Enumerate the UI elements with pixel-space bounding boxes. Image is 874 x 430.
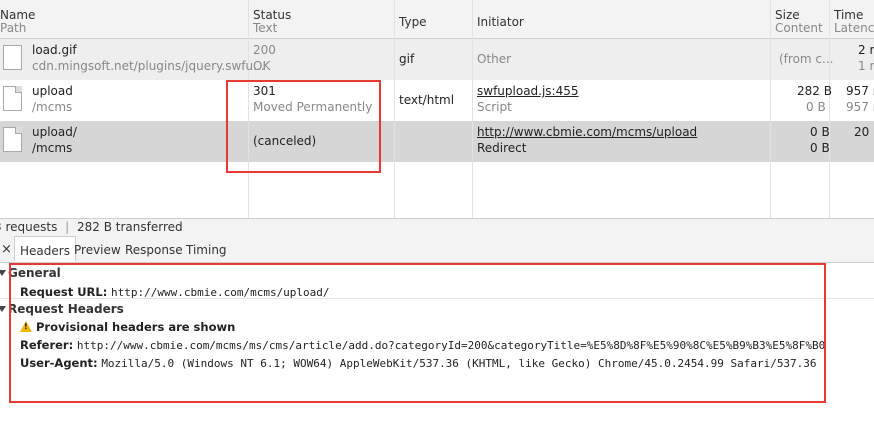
size-value: 282 B: [797, 84, 832, 98]
time-value: 20 m: [854, 125, 874, 139]
size-value: 0 B: [810, 125, 830, 139]
column-header-type[interactable]: Type: [399, 16, 427, 29]
document-icon: [3, 127, 22, 152]
request-path: cdn.mingsoft.net/plugins/jquery.swfu...: [32, 59, 265, 73]
tab-headers[interactable]: Headers: [14, 236, 76, 262]
status-code: 200: [253, 43, 276, 57]
tab-timing[interactable]: Timing: [186, 236, 227, 262]
column-header-initiator[interactable]: Initiator: [477, 16, 524, 29]
status-text: OK: [253, 59, 271, 73]
request-name[interactable]: upload/: [32, 124, 77, 140]
initiator-sub: Script: [477, 100, 512, 114]
column-header-size[interactable]: Size Content: [775, 9, 823, 35]
table-row-selected[interactable]: [0, 121, 874, 162]
content-value: 0 B: [810, 141, 830, 155]
request-name[interactable]: upload: [32, 83, 73, 99]
request-type: text/html: [399, 93, 455, 107]
highlight-box-headers: [9, 263, 826, 403]
time-value: 2 m: [858, 43, 874, 57]
summary-divider: |: [65, 220, 70, 234]
tab-preview[interactable]: Preview: [74, 236, 121, 262]
initiator-link[interactable]: http://www.cbmie.com/mcms/upload: [477, 124, 697, 140]
latency-value: 1 m: [858, 59, 874, 73]
column-header-name[interactable]: Name Path: [0, 9, 35, 35]
document-icon: [3, 86, 22, 111]
details-tab-bar: × Headers Preview Response Timing: [0, 236, 874, 263]
column-header-time[interactable]: Time Latency: [834, 9, 874, 35]
expand-triangle-icon: [0, 270, 6, 276]
initiator-sub: Redirect: [477, 141, 527, 155]
size-value: (from c...: [779, 52, 834, 66]
network-table: Name Path Status Text Type Initiator Siz…: [0, 0, 874, 218]
column-header-status[interactable]: Status Text: [253, 9, 291, 35]
content-value: 0 B: [806, 100, 826, 114]
latency-value: 957 m: [846, 100, 874, 114]
initiator: Other: [477, 52, 512, 66]
request-path: /mcms: [32, 100, 73, 114]
expand-triangle-icon: [0, 306, 6, 312]
request-type: gif: [399, 52, 415, 66]
time-value: 957 m: [846, 84, 874, 98]
initiator-link[interactable]: swfupload.js:455: [477, 83, 579, 99]
request-count: 3 requests: [0, 220, 58, 234]
network-summary-bar: 3 requests | 282 B transferred: [0, 218, 874, 237]
transferred-size: 282 B transferred: [77, 220, 183, 234]
table-header: [0, 0, 874, 39]
request-path: /mcms: [32, 141, 73, 155]
highlight-box-status: [226, 80, 381, 173]
close-icon[interactable]: ×: [1, 236, 12, 262]
tab-response[interactable]: Response: [125, 236, 183, 262]
request-name[interactable]: load.gif: [32, 42, 77, 58]
gif-file-icon: [3, 45, 22, 70]
